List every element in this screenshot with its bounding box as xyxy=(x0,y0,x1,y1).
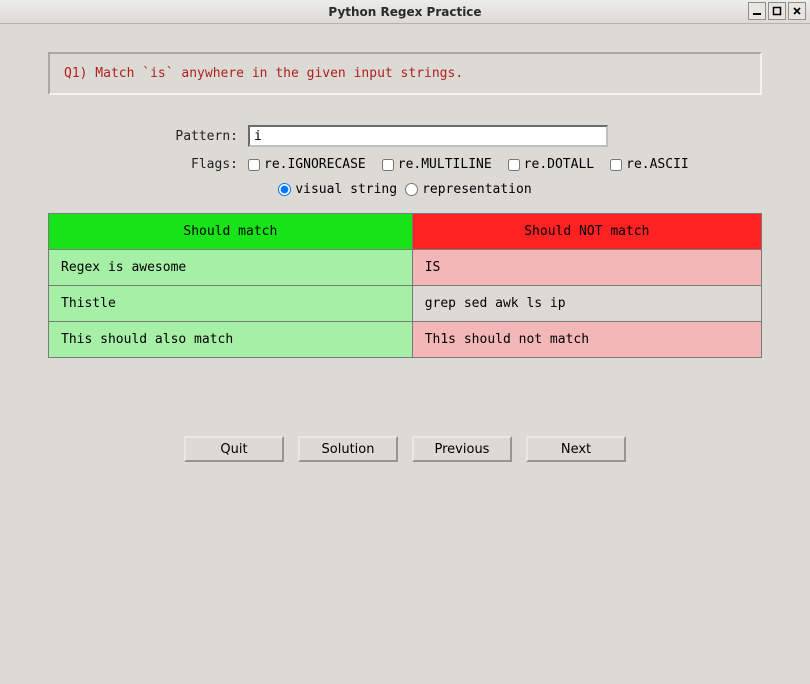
nomatch-cell: IS xyxy=(412,250,761,286)
quit-button[interactable]: Quit xyxy=(184,436,284,462)
match-table: Should match Should NOT match Regex is a… xyxy=(48,213,762,358)
match-cell: Thistle xyxy=(49,286,413,322)
flags-row: Flags: re.IGNORECASE re.MULTILINE re.DOT… xyxy=(48,157,762,172)
flag-ascii-checkbox[interactable] xyxy=(610,159,622,171)
flag-ascii-label: re.ASCII xyxy=(626,157,689,172)
table-row: Thistlegrep sed awk ls ip xyxy=(49,286,762,322)
flag-multiline-checkbox[interactable] xyxy=(382,159,394,171)
maximize-icon xyxy=(772,6,782,16)
pattern-label: Pattern: xyxy=(48,129,248,144)
window-title: Python Regex Practice xyxy=(0,5,810,19)
pattern-row: Pattern: xyxy=(48,125,762,147)
form: Pattern: Flags: re.IGNORECASE re.MULTILI… xyxy=(48,125,762,462)
nomatch-cell: grep sed awk ls ip xyxy=(412,286,761,322)
view-representation-label: representation xyxy=(422,182,532,197)
flag-ascii[interactable]: re.ASCII xyxy=(610,157,689,172)
question-box: Q1) Match `is` anywhere in the given inp… xyxy=(48,52,762,95)
table-row: Regex is awesomeIS xyxy=(49,250,762,286)
button-bar: Quit Solution Previous Next xyxy=(48,436,762,462)
table-header-row: Should match Should NOT match xyxy=(49,214,762,250)
minimize-icon xyxy=(752,6,762,16)
previous-button[interactable]: Previous xyxy=(412,436,512,462)
pattern-input[interactable] xyxy=(248,125,608,147)
solution-button[interactable]: Solution xyxy=(298,436,398,462)
flags-group: re.IGNORECASE re.MULTILINE re.DOTALL re.… xyxy=(248,157,689,172)
view-mode-row: visual string representation xyxy=(48,182,762,197)
header-should-not-match: Should NOT match xyxy=(412,214,761,250)
maximize-button[interactable] xyxy=(768,2,786,20)
nomatch-cell: Th1s should not match xyxy=(412,322,761,358)
view-representation-radio[interactable] xyxy=(405,183,418,196)
view-visual[interactable]: visual string xyxy=(278,182,397,197)
flag-multiline-label: re.MULTILINE xyxy=(398,157,492,172)
flag-ignorecase[interactable]: re.IGNORECASE xyxy=(248,157,366,172)
minimize-button[interactable] xyxy=(748,2,766,20)
flag-multiline[interactable]: re.MULTILINE xyxy=(382,157,492,172)
flag-dotall[interactable]: re.DOTALL xyxy=(508,157,594,172)
next-button[interactable]: Next xyxy=(526,436,626,462)
flag-dotall-checkbox[interactable] xyxy=(508,159,520,171)
view-visual-label: visual string xyxy=(295,182,397,197)
title-bar: Python Regex Practice xyxy=(0,0,810,24)
match-cell: This should also match xyxy=(49,322,413,358)
flags-label: Flags: xyxy=(48,157,248,172)
window-controls xyxy=(748,2,806,20)
view-visual-radio[interactable] xyxy=(278,183,291,196)
match-cell: Regex is awesome xyxy=(49,250,413,286)
flag-ignorecase-checkbox[interactable] xyxy=(248,159,260,171)
table-row: This should also matchTh1s should not ma… xyxy=(49,322,762,358)
close-button[interactable] xyxy=(788,2,806,20)
view-representation[interactable]: representation xyxy=(405,182,532,197)
flag-dotall-label: re.DOTALL xyxy=(524,157,594,172)
question-text: Q1) Match `is` anywhere in the given inp… xyxy=(64,66,463,81)
client-area: Q1) Match `is` anywhere in the given inp… xyxy=(0,24,810,482)
header-should-match: Should match xyxy=(49,214,413,250)
flag-ignorecase-label: re.IGNORECASE xyxy=(264,157,366,172)
close-icon xyxy=(792,6,802,16)
